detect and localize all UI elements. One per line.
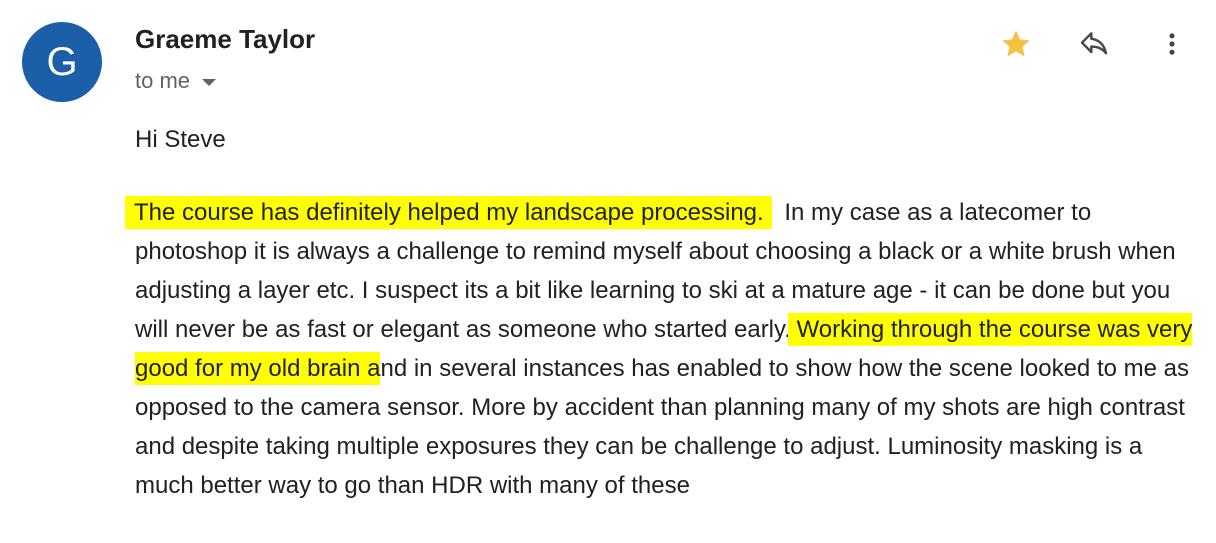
recipient-details-toggle[interactable]: to me xyxy=(135,68,217,94)
highlighted-text: The course has definitely helped my land… xyxy=(125,196,772,229)
sender-avatar[interactable]: G xyxy=(22,22,102,102)
reply-icon xyxy=(1080,32,1108,55)
caret-down-icon[interactable] xyxy=(202,78,217,86)
star-button[interactable] xyxy=(996,24,1036,64)
message-body: Hi Steve The course has definitely helpe… xyxy=(125,120,1195,505)
star-icon xyxy=(1002,30,1030,57)
more-options-button[interactable] xyxy=(1152,24,1192,64)
message-greeting: Hi Steve xyxy=(135,126,226,153)
message-paragraph: The course has definitely helped my land… xyxy=(125,193,1195,505)
message-actions xyxy=(996,24,1192,64)
recipient-label: to me xyxy=(135,68,191,93)
reply-button[interactable] xyxy=(1074,24,1114,64)
more-vert-icon xyxy=(1169,33,1175,55)
sender-name: Graeme Taylor xyxy=(135,24,316,54)
